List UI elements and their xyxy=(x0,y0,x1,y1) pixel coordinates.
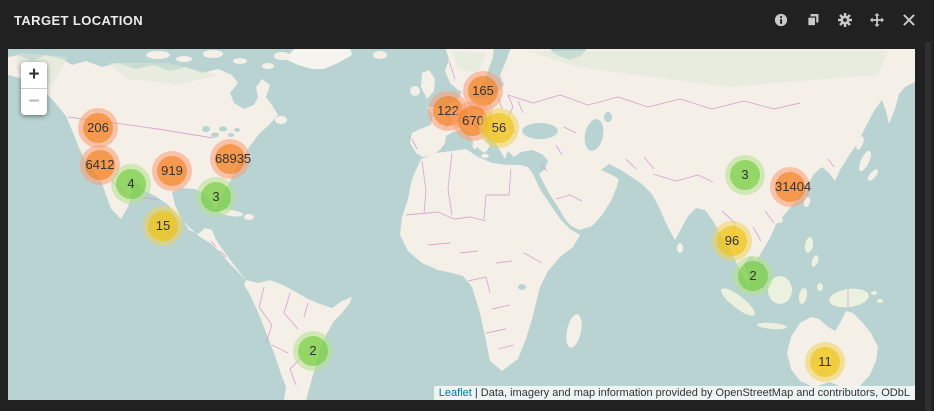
map-canvas[interactable]: 2066412491968935315122165670562331404962… xyxy=(8,49,915,400)
move-icon[interactable] xyxy=(870,13,884,27)
cluster-marker[interactable]: 3 xyxy=(196,177,236,217)
leaflet-link[interactable]: Leaflet xyxy=(439,387,472,399)
cluster-marker[interactable]: 68935 xyxy=(210,139,250,179)
cluster-marker[interactable]: 4 xyxy=(111,164,151,204)
attribution-text: Data, imagery and map information provid… xyxy=(481,387,910,399)
cluster-marker[interactable]: 919 xyxy=(152,151,192,191)
cluster-count: 96 xyxy=(717,226,747,256)
cluster-count: 6412 xyxy=(85,150,115,180)
cluster-count: 31404 xyxy=(775,172,805,202)
cluster-count: 3 xyxy=(201,182,231,212)
info-icon[interactable] xyxy=(774,13,788,27)
cluster-count: 2 xyxy=(298,336,328,366)
cluster-marker[interactable]: 15 xyxy=(143,206,183,246)
cluster-count: 11 xyxy=(810,347,840,377)
panel-title: TARGET LOCATION xyxy=(14,13,143,28)
zoom-control: + − xyxy=(21,62,47,115)
zoom-out-button[interactable]: − xyxy=(21,89,47,115)
attribution-divider: | xyxy=(475,387,478,399)
cluster-count: 4 xyxy=(116,169,146,199)
close-icon[interactable] xyxy=(902,13,916,27)
cluster-marker[interactable]: 56 xyxy=(479,108,519,148)
cluster-marker[interactable]: 2 xyxy=(733,256,773,296)
cluster-marker[interactable]: 96 xyxy=(712,221,752,261)
cluster-count: 56 xyxy=(484,113,514,143)
cluster-count: 206 xyxy=(83,113,113,143)
cluster-marker[interactable]: 206 xyxy=(78,108,118,148)
panel-toolbar xyxy=(774,13,916,27)
cluster-marker[interactable]: 3 xyxy=(725,155,765,195)
zoom-in-button[interactable]: + xyxy=(21,62,47,89)
cluster-count: 3 xyxy=(730,160,760,190)
map-attribution: Leaflet | Data, imagery and map informat… xyxy=(434,386,915,400)
cluster-count: 919 xyxy=(157,156,187,186)
cluster-count: 68935 xyxy=(215,144,245,174)
cluster-marker[interactable]: 11 xyxy=(805,342,845,382)
cluster-marker[interactable]: 2 xyxy=(293,331,333,371)
panel-header: TARGET LOCATION xyxy=(0,0,934,40)
cluster-count: 2 xyxy=(738,261,768,291)
gear-icon[interactable] xyxy=(838,13,852,27)
page-scrollbar[interactable] xyxy=(925,42,931,411)
duplicate-icon[interactable] xyxy=(806,13,820,27)
cluster-marker[interactable]: 31404 xyxy=(770,167,810,207)
cluster-count: 15 xyxy=(148,211,178,241)
